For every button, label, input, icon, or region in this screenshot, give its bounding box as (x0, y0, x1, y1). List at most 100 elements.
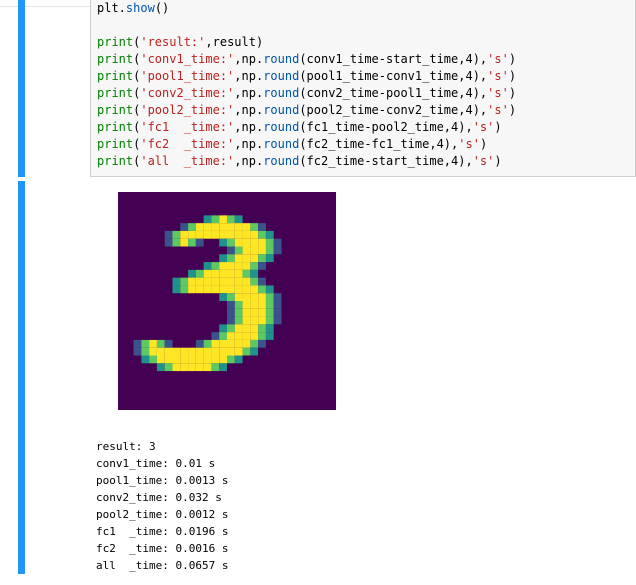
digit-pixel (219, 363, 227, 372)
digit-pixel (227, 339, 235, 348)
cell-selection-bar (18, 0, 25, 177)
digit-pixel (219, 339, 227, 348)
digit-pixel (250, 293, 259, 301)
digit-pixel (227, 347, 235, 356)
digit-pixel (211, 332, 220, 340)
digit-pixel (203, 347, 212, 356)
output-line-pool2: pool2_time: 0.0012 s (96, 508, 229, 521)
digit-pixel (219, 347, 227, 356)
digit-pixel (227, 230, 235, 239)
digit-pixel (258, 254, 266, 263)
digit-pixel (258, 230, 266, 239)
digit-pixel (156, 363, 165, 372)
digit-pixel (234, 223, 243, 231)
digit-pixel (273, 301, 282, 309)
digit-pixel (219, 230, 227, 239)
digit-pixel (172, 347, 181, 356)
digit-pixel (211, 262, 220, 270)
digit-pixel (149, 339, 157, 348)
digit-pixel (203, 355, 212, 364)
digit-pixel (172, 285, 181, 294)
digit-pixel (242, 246, 251, 255)
output-line-result: result: 3 (96, 440, 156, 453)
digit-pixel (234, 238, 243, 247)
code-line: print('conv1_time:',np.round(conv1_time-… (97, 52, 517, 66)
digit-pixel (227, 308, 235, 317)
digit-pixel (234, 215, 243, 224)
digit-pixel (164, 363, 173, 372)
digit-pixel (188, 230, 196, 239)
digit-pixel (195, 355, 204, 364)
digit-pixel (203, 363, 212, 372)
digit-pixel (203, 339, 212, 348)
digit-pixel (141, 339, 150, 348)
digit-pixel (265, 332, 274, 340)
digit-pixel (234, 277, 243, 286)
code-line: plt.show() (97, 1, 170, 15)
digit-pixel (211, 269, 220, 278)
digit-pixel (156, 355, 165, 364)
digit-pixel (164, 238, 173, 247)
digit-pixel (234, 355, 243, 364)
digit-pixel (265, 230, 274, 239)
digit-pixel (195, 238, 204, 247)
digit-pixel (219, 293, 227, 301)
digit-pixel (203, 277, 212, 286)
digit-pixel (219, 223, 227, 231)
digit-pixel (219, 324, 227, 333)
digit-pixel (211, 215, 220, 224)
digit-pixel (234, 324, 243, 333)
digit-pixel (250, 254, 259, 263)
digit-pixel (242, 223, 251, 231)
digit-pixel (227, 254, 235, 263)
code-editor[interactable]: plt.show() print('result:',result) print… (90, 0, 636, 177)
digit-pixel (211, 355, 220, 364)
digit-pixel (133, 347, 142, 356)
digit-pixel (258, 238, 266, 247)
digit-pixel (188, 269, 196, 278)
code-input-cell[interactable]: plt.show() print('result:',result) print… (18, 0, 636, 177)
digit-pixel (188, 223, 196, 231)
digit-pixel (273, 316, 282, 325)
digit-pixel (227, 246, 235, 255)
output-line-pool1: pool1_time: 0.0013 s (96, 474, 229, 487)
digit-pixel (258, 293, 266, 301)
digit-pixel (227, 355, 235, 364)
digit-pixel (203, 223, 212, 231)
digit-pixel (211, 277, 220, 286)
digit-pixel (273, 293, 282, 301)
digit-pixel (227, 269, 235, 278)
digit-pixel (234, 308, 243, 317)
digit-pixel (265, 285, 274, 294)
digit-pixel (242, 316, 251, 325)
digit-pixel (250, 301, 259, 309)
digit-pixel (172, 238, 181, 247)
digit-pixel (227, 293, 235, 301)
digit-pixel (227, 238, 235, 247)
digit-pixel (250, 277, 259, 286)
digit-pixel (265, 324, 274, 333)
digit-pixel (227, 262, 235, 270)
digit-pixel (242, 230, 251, 239)
digit-pixel (265, 293, 274, 301)
digit-pixel (164, 339, 173, 348)
code-line: print('all _time:',np.round(fc2_time-sta… (97, 154, 502, 168)
digit-pixel (195, 285, 204, 294)
digit-pixel (250, 316, 259, 325)
output-line-all: all _time: 0.0657 s (96, 559, 229, 572)
digit-pixel (273, 246, 282, 255)
digit-pixel (195, 223, 204, 231)
digit-pixel (250, 332, 259, 340)
digit-pixel (258, 316, 266, 325)
digit-pixel (234, 246, 243, 255)
digit-pixel (219, 285, 227, 294)
digit-pixel (242, 269, 251, 278)
digit-pixel (227, 316, 235, 325)
digit-pixel (195, 347, 204, 356)
digit-pixel (180, 355, 189, 364)
digit-pixel (258, 277, 266, 286)
digit-pixel (180, 277, 189, 286)
digit-pixel (265, 246, 274, 255)
digit-pixel (203, 269, 212, 278)
output-cell[interactable]: result: 3 conv1_time: 0.01 s pool1_time:… (18, 181, 636, 574)
